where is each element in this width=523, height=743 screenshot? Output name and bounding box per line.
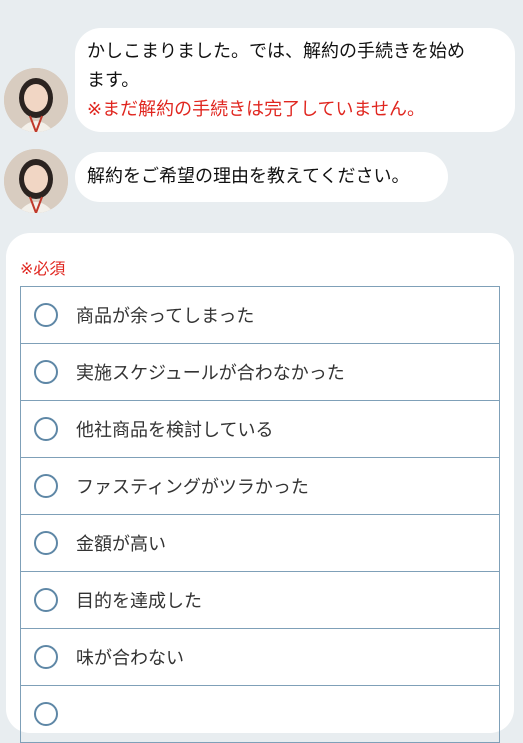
reason-option[interactable]: 実施スケジュールが合わなかった <box>21 344 499 401</box>
reason-option-label: 実施スケジュールが合わなかった <box>76 363 345 384</box>
reason-option[interactable]: 商品が余ってしまった <box>21 287 499 344</box>
reason-option[interactable]: 他社商品を検討している <box>21 401 499 458</box>
radio-circle-icon[interactable] <box>34 303 58 327</box>
radio-circle-icon[interactable] <box>34 531 58 555</box>
radio-circle-icon[interactable] <box>34 588 58 612</box>
reason-options: 商品が余ってしまった 実施スケジュールが合わなかった 他社商品を検討している フ… <box>20 286 500 743</box>
radio-circle-icon[interactable] <box>34 474 58 498</box>
reason-option[interactable]: ファスティングがツラかった <box>21 458 499 515</box>
reason-option[interactable]: 金額が高い <box>21 515 499 572</box>
radio-circle-icon[interactable] <box>34 702 58 726</box>
reason-option-label: 他社商品を検討している <box>76 420 274 441</box>
required-label: ※必須 <box>20 259 66 278</box>
message-bubble-1: かしこまりました。では、解約の手続きを始め ます。 ※まだ解約の手続きは完了して… <box>75 28 515 132</box>
operator-avatar <box>4 68 68 132</box>
warning-text: ※まだ解約の手続きは完了していません。 <box>87 99 426 120</box>
reason-option-label: 味が合わない <box>76 648 184 669</box>
reason-option-label: 商品が余ってしまった <box>76 306 255 327</box>
message-bubble-2: 解約をご希望の理由を教えてください。 <box>75 152 448 202</box>
reason-option-label: 目的を達成した <box>76 591 202 612</box>
reason-form-card: ※必須 商品が余ってしまった 実施スケジュールが合わなかった 他社商品を検討して… <box>6 233 514 743</box>
reason-option[interactable]: 目的を達成した <box>21 572 499 629</box>
operator-avatar <box>4 149 68 213</box>
reason-option-label: 金額が高い <box>76 534 166 555</box>
radio-circle-icon[interactable] <box>34 645 58 669</box>
radio-circle-icon[interactable] <box>34 360 58 384</box>
reason-option[interactable] <box>21 686 499 743</box>
reason-option-label: ファスティングがツラかった <box>76 477 309 498</box>
reason-option[interactable]: 味が合わない <box>21 629 499 686</box>
message-text: ます。 <box>87 70 140 91</box>
message-text: かしこまりました。では、解約の手続きを始め <box>87 41 465 62</box>
message-text: 解約をご希望の理由を教えてください。 <box>87 166 410 187</box>
radio-circle-icon[interactable] <box>34 417 58 441</box>
